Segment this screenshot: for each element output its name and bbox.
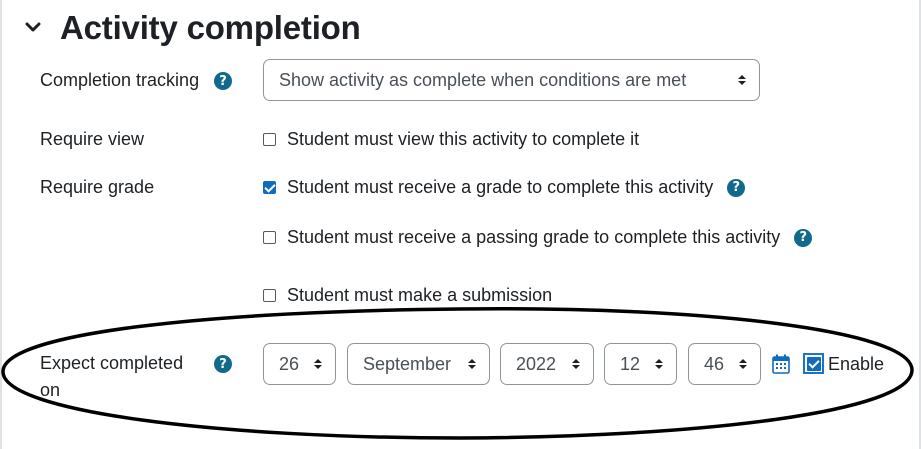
passing-grade-option-row: Student must receive a passing grade to … bbox=[263, 227, 813, 248]
require-view-row: Student must view this activity to compl… bbox=[263, 129, 639, 150]
completion-tracking-select[interactable]: Show activity as complete when condition… bbox=[263, 59, 760, 101]
receive-grade-label[interactable]: Student must receive a grade to complete… bbox=[287, 177, 713, 198]
enable-checkmark-icon bbox=[806, 356, 821, 371]
completion-tracking-label: Completion tracking bbox=[40, 70, 200, 90]
select-arrows-icon bbox=[738, 75, 746, 85]
calendar-icon[interactable] bbox=[772, 354, 790, 374]
minute-select[interactable]: 46 bbox=[688, 343, 761, 385]
hour-select[interactable]: 12 bbox=[604, 343, 677, 385]
select-arrows-icon bbox=[468, 359, 476, 369]
select-arrows-icon bbox=[655, 359, 663, 369]
day-select[interactable]: 26 bbox=[263, 343, 336, 385]
enable-label[interactable]: Enable bbox=[828, 354, 884, 375]
receive-grade-help-icon[interactable]: ? bbox=[727, 178, 746, 197]
receive-grade-checkbox[interactable] bbox=[263, 181, 276, 194]
left-border bbox=[0, 0, 2, 449]
submission-option-row: Student must make a submission bbox=[263, 285, 552, 306]
select-arrows-icon bbox=[572, 359, 580, 369]
section-title: Activity completion bbox=[60, 9, 361, 46]
year-value: 2022 bbox=[516, 353, 557, 374]
require-grade-option-row: Student must receive a grade to complete… bbox=[263, 177, 746, 198]
require-view-checkbox-label[interactable]: Student must view this activity to compl… bbox=[287, 129, 639, 150]
minute-value: 46 bbox=[704, 353, 725, 374]
day-value: 26 bbox=[279, 353, 300, 374]
require-view-checkbox[interactable] bbox=[263, 133, 276, 146]
select-arrows-icon bbox=[314, 359, 322, 369]
passing-grade-help-icon[interactable]: ? bbox=[794, 228, 813, 247]
month-select[interactable]: September bbox=[347, 343, 490, 385]
section-header[interactable]: Activity completion bbox=[20, 6, 361, 50]
expect-completed-label-line2: on bbox=[40, 380, 61, 400]
month-value: September bbox=[363, 353, 452, 374]
hour-value: 12 bbox=[620, 353, 641, 374]
passing-grade-checkbox[interactable] bbox=[263, 231, 276, 244]
expect-completed-label-line1: Expect completed bbox=[40, 353, 184, 373]
completion-tracking-value: Show activity as complete when condition… bbox=[279, 69, 687, 90]
require-view-label: Require view bbox=[40, 129, 145, 149]
passing-grade-label[interactable]: Student must receive a passing grade to … bbox=[287, 227, 780, 248]
submission-checkbox[interactable] bbox=[263, 289, 276, 302]
submission-label[interactable]: Student must make a submission bbox=[287, 285, 552, 306]
require-grade-label: Require grade bbox=[40, 177, 155, 197]
enable-checkbox[interactable] bbox=[803, 353, 824, 374]
year-select[interactable]: 2022 bbox=[500, 343, 594, 385]
expect-completed-help-icon[interactable]: ? bbox=[214, 355, 232, 373]
select-arrows-icon bbox=[739, 359, 747, 369]
completion-tracking-help-icon[interactable]: ? bbox=[214, 72, 232, 90]
chevron-down-icon[interactable] bbox=[20, 15, 46, 41]
